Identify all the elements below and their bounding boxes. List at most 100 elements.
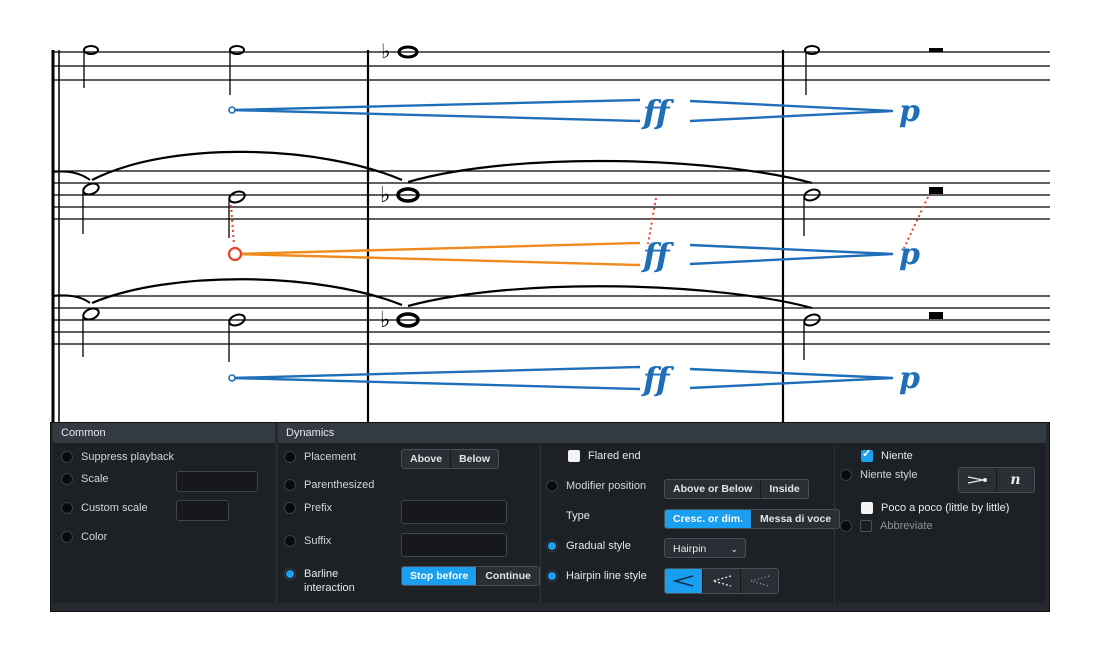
modifier-position-toggle[interactable] — [546, 480, 558, 492]
dynamic-ff[interactable]: ff — [641, 236, 675, 274]
placement-row[interactable]: Placement — [284, 451, 356, 463]
poco-a-poco-label: Poco a poco (little by little) — [881, 502, 1010, 514]
poco-a-poco-checkbox[interactable] — [861, 502, 873, 514]
dynamic-p[interactable]: p — [899, 237, 920, 272]
dynamic-p[interactable]: p — [899, 94, 920, 129]
abbreviate-checkbox[interactable] — [860, 520, 872, 532]
color-toggle[interactable] — [61, 531, 73, 543]
prefix-field[interactable] — [401, 500, 507, 524]
suffix-toggle[interactable] — [284, 535, 296, 547]
svg-text:♭: ♭ — [380, 308, 390, 333]
niente-label: Niente — [881, 450, 913, 462]
niente-style-row[interactable]: Niente style — [840, 469, 917, 481]
barline-interaction-row[interactable]: Barline interaction — [284, 567, 355, 595]
placement-segmented[interactable]: Above Below — [401, 449, 500, 469]
dynamics-section: Dynamics Placement Above Below Parenthes… — [278, 423, 1046, 603]
poco-a-poco-row[interactable]: Poco a poco (little by little) — [861, 502, 1009, 514]
abbreviate-toggle[interactable] — [840, 520, 852, 532]
prefix-toggle[interactable] — [284, 502, 296, 514]
hairpin-line-style-row[interactable]: Hairpin line style — [546, 570, 647, 582]
dynamic-row-3[interactable]: ff p — [228, 360, 920, 398]
barline-interaction-label: Barline interaction — [304, 568, 355, 594]
niente-letter-icon[interactable]: n — [997, 468, 1034, 492]
hairpin-line-style-label: Hairpin line style — [566, 570, 647, 582]
niente-style-segmented[interactable]: n — [958, 467, 1035, 493]
hairpin-dashed-icon[interactable] — [703, 569, 741, 593]
gradual-style-toggle[interactable] — [546, 540, 558, 552]
barline-interaction-segmented[interactable]: Stop before Continue — [401, 566, 540, 586]
suppress-playback-toggle[interactable] — [61, 451, 73, 463]
custom-scale-field[interactable] — [176, 500, 229, 521]
inside-button[interactable]: Inside — [761, 480, 807, 498]
notes-staff-1: ♭ — [83, 39, 943, 95]
niente-checkbox[interactable] — [861, 447, 873, 462]
parenthesized-row[interactable]: Parenthesized — [284, 479, 374, 491]
suffix-field[interactable] — [401, 533, 507, 557]
svg-text:♭: ♭ — [381, 39, 390, 63]
placement-label: Placement — [304, 451, 356, 463]
gradual-style-select[interactable]: Hairpin ⌄ — [664, 538, 746, 558]
chevron-down-icon: ⌄ — [730, 544, 738, 554]
niente-style-toggle[interactable] — [840, 469, 852, 481]
suppress-playback-row[interactable]: Suppress playback — [61, 451, 174, 463]
gradual-style-label: Gradual style — [566, 540, 631, 552]
color-row[interactable]: Color — [61, 531, 107, 543]
placement-above-button[interactable]: Above — [402, 450, 452, 468]
dynamics-section-title: Dynamics — [278, 423, 1046, 443]
notes-staff-3: ♭ — [51, 278, 943, 362]
niente-circle-icon[interactable] — [959, 468, 997, 492]
gradual-style-value: Hairpin — [673, 543, 707, 555]
custom-scale-row[interactable]: Custom scale — [61, 502, 148, 514]
selection-handle[interactable] — [227, 246, 243, 262]
placement-toggle[interactable] — [284, 451, 296, 463]
dynamic-ff[interactable]: ff — [641, 93, 675, 131]
parenthesized-label: Parenthesized — [304, 479, 375, 491]
gradual-style-row[interactable]: Gradual style — [546, 540, 631, 552]
niente-row[interactable]: Niente — [861, 447, 913, 462]
above-or-below-button[interactable]: Above or Below — [665, 480, 762, 498]
svg-text:♭: ♭ — [380, 183, 390, 208]
hairpin-line-style-toggle[interactable] — [546, 570, 558, 582]
stop-before-button[interactable]: Stop before — [402, 567, 478, 585]
common-section: Common Suppress playback Scale Custom sc… — [53, 423, 275, 603]
abbreviate-label: Abbreviate — [880, 520, 933, 532]
scale-toggle[interactable] — [61, 473, 73, 485]
dynamic-row-2-selected[interactable]: ff p — [227, 196, 929, 274]
properties-panel: Common Suppress playback Scale Custom sc… — [50, 422, 1050, 612]
type-segmented[interactable]: Cresc. or dim. Messa di voce — [664, 509, 841, 529]
flared-end-row[interactable]: Flared end — [568, 450, 641, 462]
niente-style-label: Niente style — [860, 469, 918, 481]
niente-letter: n — [1010, 472, 1021, 488]
parenthesized-toggle[interactable] — [284, 479, 296, 491]
flared-end-checkbox[interactable] — [568, 450, 580, 462]
prefix-row[interactable]: Prefix — [284, 502, 332, 514]
hairpin-solid-icon[interactable] — [665, 569, 703, 593]
scale-field[interactable] — [176, 471, 258, 492]
dynamic-p[interactable]: p — [899, 361, 920, 396]
type-row: Type — [566, 510, 590, 522]
common-section-title: Common — [53, 423, 275, 443]
suffix-row[interactable]: Suffix — [284, 535, 331, 547]
modifier-position-row[interactable]: Modifier position — [546, 480, 646, 492]
cresc-or-dim-button[interactable]: Cresc. or dim. — [665, 510, 753, 528]
suffix-label: Suffix — [304, 535, 332, 547]
abbreviate-row[interactable]: Abbreviate — [840, 520, 933, 532]
hairpin-dotted-icon[interactable] — [741, 569, 778, 593]
continue-button[interactable]: Continue — [477, 567, 539, 585]
barline-interaction-toggle[interactable] — [284, 568, 296, 580]
scale-row[interactable]: Scale — [61, 473, 109, 485]
dynamic-ff[interactable]: ff — [641, 360, 675, 398]
custom-scale-label: Custom scale — [81, 502, 148, 514]
column-divider — [834, 445, 835, 603]
modifier-position-label: Modifier position — [566, 480, 647, 492]
prefix-label: Prefix — [304, 502, 333, 514]
flared-end-label: Flared end — [588, 450, 641, 462]
scale-label: Scale — [81, 473, 109, 485]
messa-di-voce-button[interactable]: Messa di voce — [752, 510, 839, 528]
dynamic-row-1[interactable]: ff p — [228, 93, 920, 131]
placement-below-button[interactable]: Below — [451, 450, 498, 468]
score-view[interactable]: ♭ ♭ ♭ ff p ff p ff p — [0, 0, 1100, 430]
modifier-position-segmented[interactable]: Above or Below Inside — [664, 479, 809, 499]
custom-scale-toggle[interactable] — [61, 502, 73, 514]
hairpin-line-style-segmented[interactable] — [664, 568, 779, 594]
